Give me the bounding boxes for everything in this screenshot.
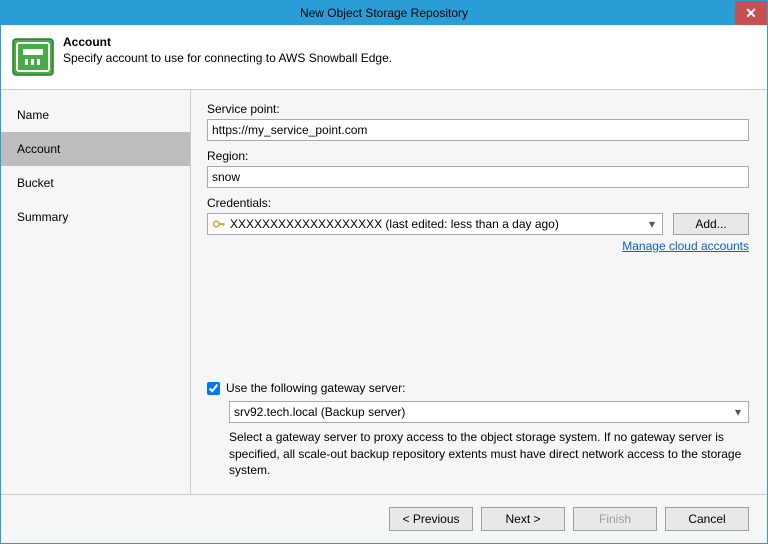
window: New Object Storage Repository ✕ Account … [0,0,768,544]
previous-button[interactable]: < Previous [389,507,473,531]
manage-cloud-accounts-link[interactable]: Manage cloud accounts [622,239,749,253]
next-button[interactable]: Next > [481,507,565,531]
gateway-server-select[interactable]: srv92.tech.local (Backup server) ▾ [229,401,749,423]
storage-device-icon [11,35,55,79]
sidebar-item-account[interactable]: Account [1,132,190,166]
cancel-button[interactable]: Cancel [665,507,749,531]
credentials-label: Credentials: [207,196,749,210]
page-subtitle: Specify account to use for connecting to… [63,51,392,65]
service-point-label: Service point: [207,102,749,116]
page-title: Account [63,35,392,49]
wizard-footer: < Previous Next > Finish Cancel [1,494,767,543]
close-button[interactable]: ✕ [735,1,767,25]
chevron-down-icon: ▾ [644,217,660,231]
titlebar: New Object Storage Repository ✕ [1,1,767,25]
credentials-value: XXXXXXXXXXXXXXXXXXX (last edited: less t… [230,217,640,231]
wizard-header: Account Specify account to use for conne… [1,25,767,90]
wizard-steps: Name Account Bucket Summary [1,90,191,494]
wizard-header-text: Account Specify account to use for conne… [63,35,392,65]
use-gateway-label: Use the following gateway server: [226,381,405,395]
sidebar-item-summary[interactable]: Summary [1,200,190,234]
add-credentials-button[interactable]: Add... [673,213,749,235]
credentials-group: Credentials: XXXXXXXXXXXXXXXXXXX (last e… [207,196,749,253]
sidebar-item-bucket[interactable]: Bucket [1,166,190,200]
use-gateway-checkbox[interactable] [207,382,220,395]
region-label: Region: [207,149,749,163]
chevron-down-icon: ▾ [730,405,746,419]
credentials-select[interactable]: XXXXXXXXXXXXXXXXXXX (last edited: less t… [207,213,663,235]
gateway-hint: Select a gateway server to proxy access … [229,429,749,478]
key-icon [212,217,226,231]
region-input[interactable] [207,166,749,188]
gateway-server-value: srv92.tech.local (Backup server) [234,405,726,419]
region-group: Region: [207,149,749,188]
service-point-group: Service point: [207,102,749,141]
wizard-body: Name Account Bucket Summary Service poin… [1,90,767,494]
wizard-content: Service point: Region: Credentials: [191,90,767,494]
gateway-block: Use the following gateway server: srv92.… [207,381,749,484]
finish-button: Finish [573,507,657,531]
close-icon: ✕ [745,5,757,22]
service-point-input[interactable] [207,119,749,141]
window-title: New Object Storage Repository [300,6,468,20]
sidebar-item-name[interactable]: Name [1,98,190,132]
